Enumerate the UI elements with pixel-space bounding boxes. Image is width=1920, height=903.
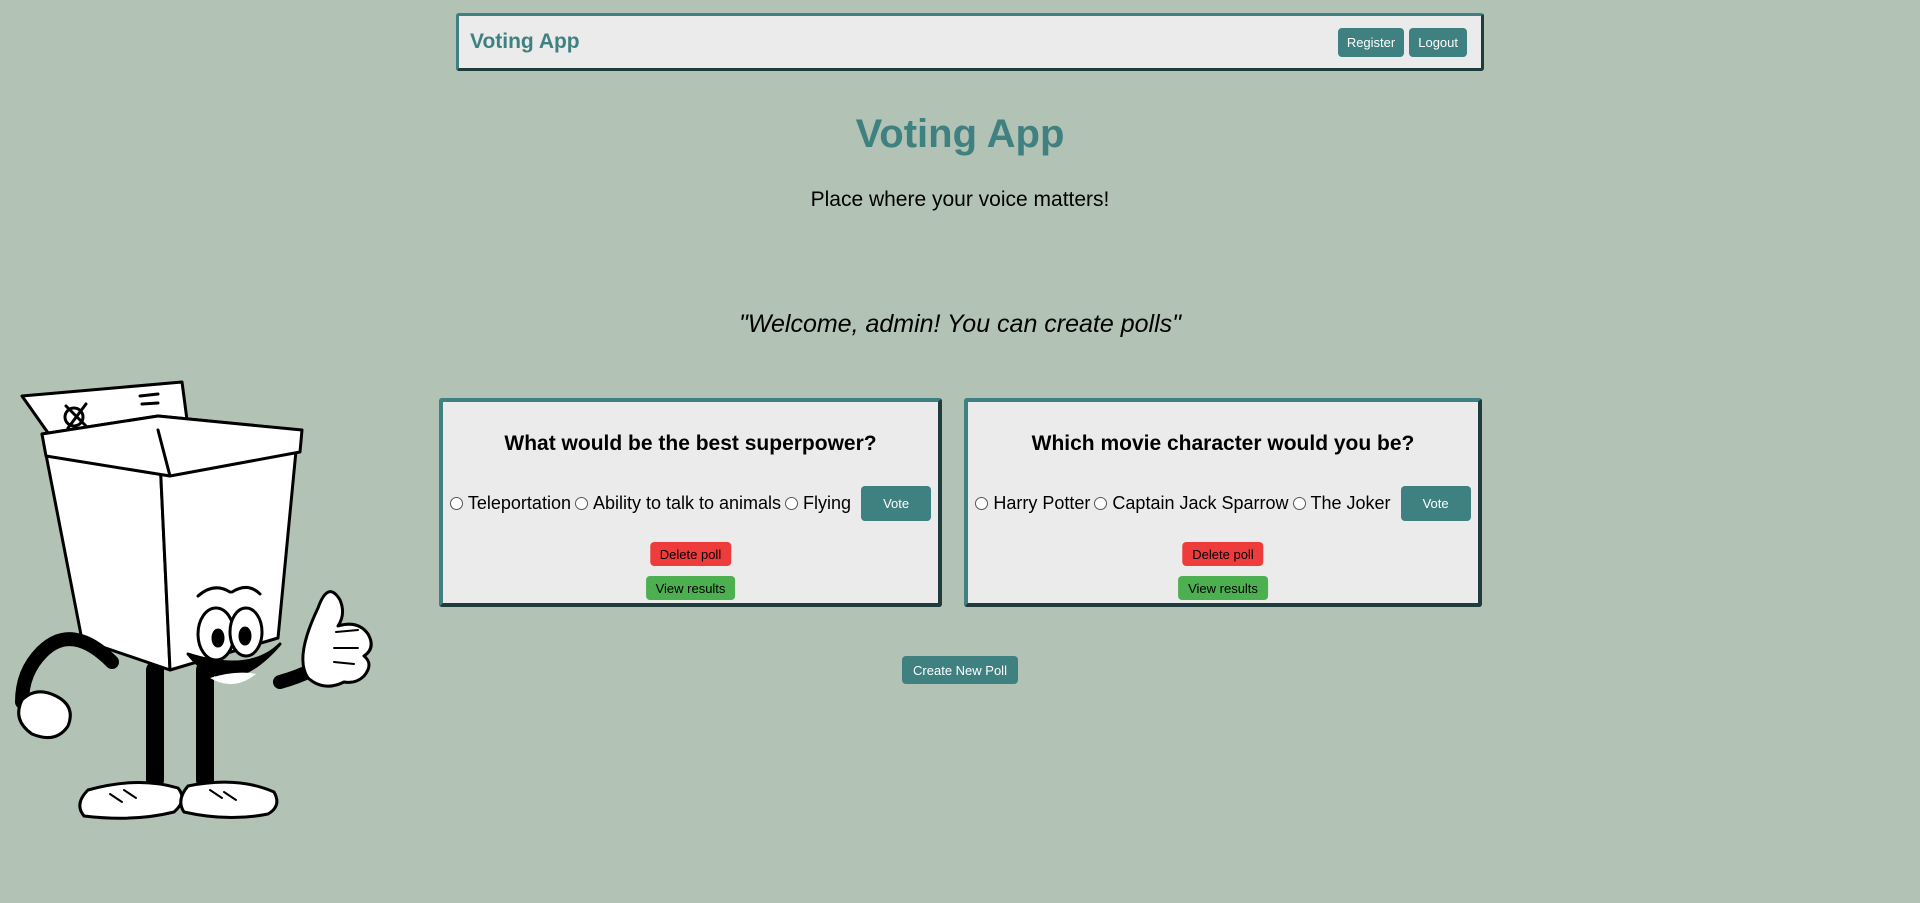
radio-button[interactable] — [449, 497, 463, 510]
logout-button[interactable]: Logout — [1409, 27, 1467, 57]
poll-card: What would be the best superpower? Telep… — [439, 398, 942, 607]
poll-option-label: Teleportation — [467, 493, 571, 513]
radio-button[interactable] — [574, 497, 588, 510]
navbar: Voting App Register Logout — [456, 13, 1484, 71]
view-results-button[interactable]: View results — [1178, 576, 1268, 600]
poll-options: Teleportation Ability to talk to animals… — [443, 486, 938, 521]
page-tagline: Place where your voice matters! — [810, 188, 1110, 211]
delete-poll-button[interactable]: Delete poll — [1182, 542, 1264, 566]
radio-button[interactable] — [1094, 497, 1108, 510]
register-button[interactable]: Register — [1337, 27, 1405, 57]
poll-options: Harry Potter Captain Jack Sparrow The Jo… — [968, 486, 1478, 521]
nav-buttons: Register Logout — [1337, 27, 1467, 57]
poll-card: Which movie character would you be? Harr… — [964, 398, 1482, 607]
poll-option[interactable]: Ability to talk to animals — [574, 493, 782, 514]
poll-question: What would be the best superpower? — [504, 432, 877, 455]
vote-button[interactable]: Vote — [861, 486, 932, 521]
poll-option-label: Harry Potter — [993, 493, 1091, 513]
brand-logo[interactable]: Voting App — [470, 30, 580, 54]
ballot-box-mascot-icon — [15, 380, 373, 820]
poll-option[interactable]: Harry Potter — [975, 493, 1090, 514]
create-new-poll-button[interactable]: Create New Poll — [902, 656, 1018, 684]
poll-option-label: Flying — [803, 493, 852, 513]
welcome-message: "Welcome, admin! You can create polls" — [738, 310, 1182, 338]
poll-option-label: Ability to talk to animals — [592, 493, 782, 513]
view-results-button[interactable]: View results — [645, 576, 736, 600]
vote-button[interactable]: Vote — [1400, 486, 1471, 521]
poll-option[interactable]: Captain Jack Sparrow — [1094, 493, 1289, 514]
radio-button[interactable] — [1292, 497, 1306, 510]
radio-button[interactable] — [975, 497, 989, 510]
poll-option[interactable]: Teleportation — [449, 493, 571, 514]
poll-option[interactable]: The Joker — [1292, 493, 1391, 514]
poll-option-label: The Joker — [1310, 493, 1391, 513]
poll-question: Which movie character would you be? — [1031, 432, 1415, 455]
poll-option-label: Captain Jack Sparrow — [1112, 493, 1289, 513]
poll-option[interactable]: Flying — [785, 493, 851, 514]
delete-poll-button[interactable]: Delete poll — [649, 542, 732, 566]
page-title: Voting App — [855, 112, 1065, 156]
radio-button[interactable] — [785, 497, 799, 510]
